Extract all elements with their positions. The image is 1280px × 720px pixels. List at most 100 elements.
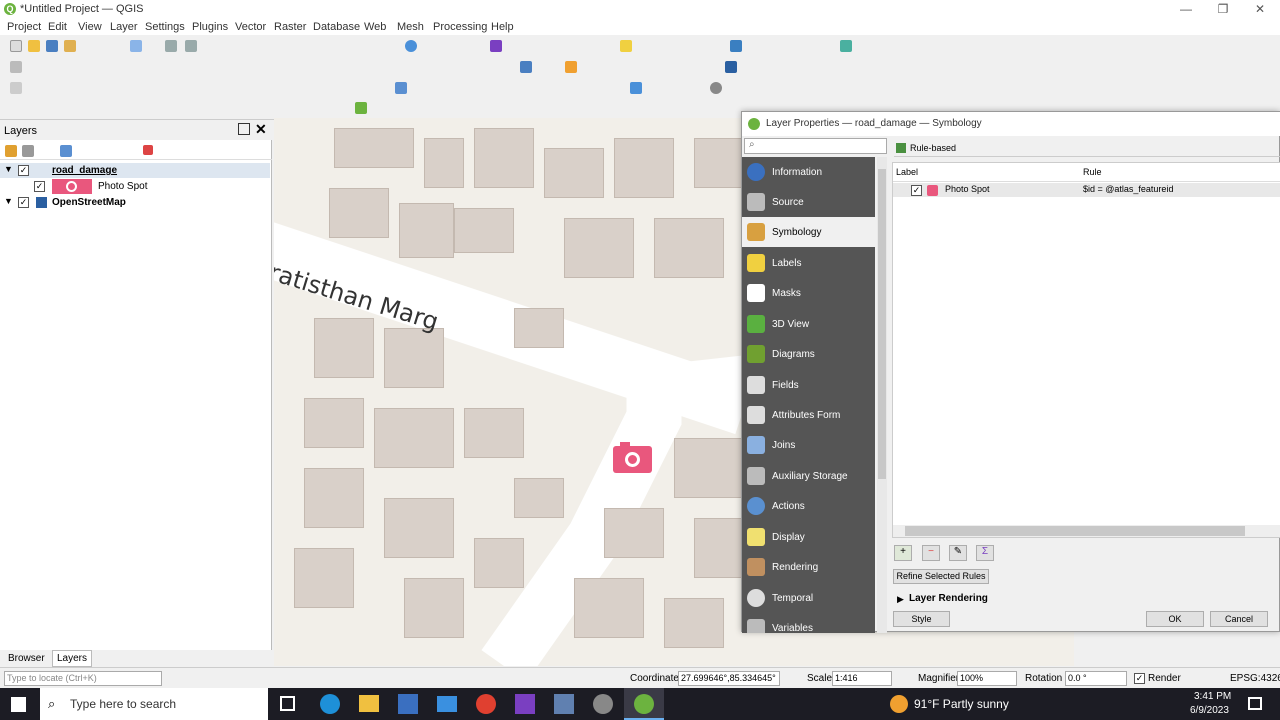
save-project-icon[interactable]: [46, 40, 58, 52]
chrome-icon[interactable]: [476, 694, 496, 714]
weather-text[interactable]: 91°F Partly sunny: [914, 697, 1009, 711]
store-icon[interactable]: [398, 694, 418, 714]
renderer-selector[interactable]: Rule-based: [894, 140, 1280, 157]
snapping-icon[interactable]: [710, 82, 722, 94]
tree-row-photo-spot[interactable]: ✓ Photo Spot: [0, 179, 270, 194]
app-icon[interactable]: [554, 694, 574, 714]
expand-arrow-icon[interactable]: ▶: [897, 594, 904, 605]
mail-icon[interactable]: [437, 696, 457, 712]
sidebar-item-diagrams[interactable]: Diagrams: [742, 339, 875, 369]
search-input[interactable]: ⌕: [744, 138, 887, 154]
windows-start-icon[interactable]: [11, 697, 26, 712]
photo-spot-marker-icon[interactable]: [613, 442, 652, 473]
sidebar-scrollbar[interactable]: [877, 157, 887, 633]
clock-time[interactable]: 3:41 PM: [1194, 691, 1231, 702]
edge-icon[interactable]: [320, 694, 340, 714]
close-panel-icon[interactable]: ✕: [255, 121, 267, 138]
menu-edit[interactable]: Edit: [48, 21, 67, 33]
plugin-icon[interactable]: [730, 40, 742, 52]
qgis-taskbar-button[interactable]: [624, 688, 664, 720]
menu-project[interactable]: Project: [7, 21, 41, 33]
collapse-arrow-icon[interactable]: ▼: [4, 164, 13, 174]
layer-rendering-section[interactable]: Layer Rendering: [909, 593, 988, 604]
clock-date[interactable]: 6/9/2023: [1190, 705, 1229, 716]
menu-vector[interactable]: Vector: [235, 21, 266, 33]
digitize-icon[interactable]: [10, 82, 22, 94]
sidebar-item-joins[interactable]: Joins: [742, 430, 875, 460]
refine-rules-dropdown[interactable]: Refine Selected Rules: [893, 569, 989, 584]
sidebar-item-fields[interactable]: Fields: [742, 370, 875, 400]
pan-map-icon[interactable]: [130, 40, 142, 52]
close-button[interactable]: ✕: [1242, 0, 1278, 19]
menu-help[interactable]: Help: [491, 21, 514, 33]
sidebar-item-information[interactable]: Information: [742, 157, 875, 187]
open-project-icon[interactable]: [28, 40, 40, 52]
filter-legend-icon[interactable]: [60, 145, 72, 157]
locate-input[interactable]: Type to locate (Ctrl+K): [4, 671, 162, 686]
horizontal-scrollbar[interactable]: [893, 525, 1280, 537]
select-features-icon[interactable]: [620, 40, 632, 52]
locator-icon[interactable]: [520, 61, 532, 73]
menu-processing[interactable]: Processing: [433, 21, 487, 33]
menu-web[interactable]: Web: [364, 21, 386, 33]
sidebar-item-3d-view[interactable]: 3D View: [742, 309, 875, 339]
sidebar-item-rendering[interactable]: Rendering: [742, 552, 875, 582]
menu-mesh[interactable]: Mesh: [397, 21, 424, 33]
scale-field[interactable]: 1:416: [832, 671, 892, 686]
rule-checkbox[interactable]: ✓: [911, 185, 922, 196]
menu-layer[interactable]: Layer: [110, 21, 138, 33]
add-group-icon[interactable]: [22, 145, 34, 157]
sidebar-item-attributes-form[interactable]: Attributes Form: [742, 400, 875, 430]
float-panel-icon[interactable]: [238, 123, 250, 135]
crs-label[interactable]: EPSG:4326: [1230, 673, 1280, 684]
notification-icon[interactable]: [1248, 697, 1262, 710]
summary-button[interactable]: Σ: [976, 545, 994, 561]
layer-checkbox[interactable]: ✓: [18, 165, 29, 176]
sidebar-item-variables[interactable]: Variables: [742, 613, 875, 633]
measure-icon[interactable]: [630, 82, 642, 94]
menu-plugins[interactable]: Plugins: [192, 21, 228, 33]
menu-database[interactable]: Database: [313, 21, 360, 33]
symbol-checkbox[interactable]: ✓: [34, 181, 45, 192]
sidebar-item-symbology[interactable]: Symbology: [742, 217, 875, 247]
cancel-button[interactable]: Cancel: [1210, 611, 1268, 627]
menu-settings[interactable]: Settings: [145, 21, 185, 33]
remove-rule-button[interactable]: −: [922, 545, 940, 561]
coordinate-field[interactable]: 27.699646°,85.334645°: [678, 671, 780, 686]
taskbar-search-box[interactable]: ⌕ Type here to search: [40, 688, 268, 720]
zoom-in-icon[interactable]: [165, 40, 177, 52]
sidebar-item-masks[interactable]: Masks: [742, 278, 875, 308]
edit-pencil-icon[interactable]: [10, 61, 22, 73]
magnifier-field[interactable]: 100%: [957, 671, 1017, 686]
layer-openstreetmap[interactable]: OpenStreetMap: [52, 197, 126, 208]
layer-road-damage[interactable]: road_damage: [52, 165, 117, 176]
tab-layers[interactable]: Layers: [52, 650, 92, 667]
sidebar-item-actions[interactable]: Actions: [742, 491, 875, 521]
zoom-out-icon[interactable]: [185, 40, 197, 52]
rotation-field[interactable]: 0.0 °: [1065, 671, 1127, 686]
sidebar-item-temporal[interactable]: Temporal: [742, 583, 875, 613]
processing-icon[interactable]: [355, 102, 367, 114]
menu-raster[interactable]: Raster: [274, 21, 306, 33]
app-icon[interactable]: [593, 694, 613, 714]
database-icon[interactable]: [725, 61, 737, 73]
tree-row-road-damage[interactable]: ▼ ✓ road_damage: [0, 163, 270, 178]
refresh-icon[interactable]: [405, 40, 417, 52]
render-checkbox[interactable]: ✓: [1134, 673, 1145, 684]
menu-view[interactable]: View: [78, 21, 102, 33]
add-rule-button[interactable]: +: [894, 545, 912, 561]
file-explorer-icon[interactable]: [359, 695, 379, 712]
style-manager-icon[interactable]: [5, 145, 17, 157]
sidebar-item-labels[interactable]: Labels: [742, 248, 875, 278]
layer-checkbox[interactable]: ✓: [18, 197, 29, 208]
python-console-icon[interactable]: [565, 61, 577, 73]
ok-button[interactable]: OK: [1146, 611, 1204, 627]
remove-layer-icon[interactable]: [143, 145, 153, 155]
weather-icon[interactable]: [890, 695, 908, 713]
style-dropdown[interactable]: Style: [893, 611, 950, 627]
statistics-icon[interactable]: [490, 40, 502, 52]
sidebar-item-auxiliary-storage[interactable]: Auxiliary Storage: [742, 461, 875, 491]
tree-row-osm[interactable]: ▼ ✓ OpenStreetMap: [0, 195, 270, 210]
vertex-tool-icon[interactable]: [395, 82, 407, 94]
sidebar-item-display[interactable]: Display: [742, 522, 875, 552]
